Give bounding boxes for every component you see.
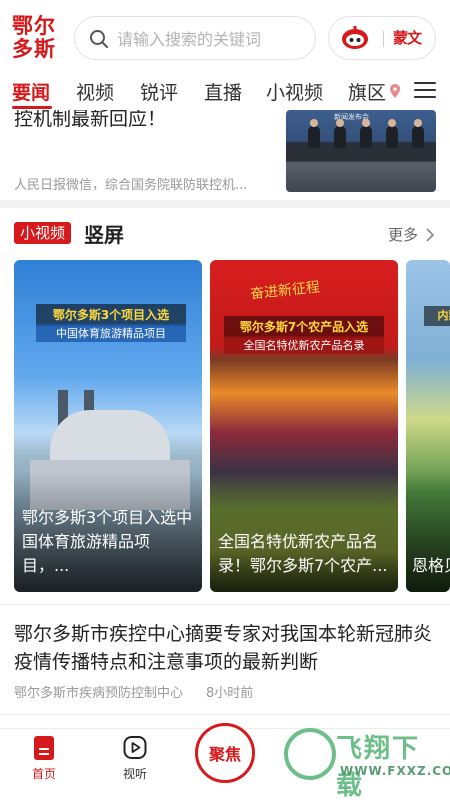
video-card-banner: 内蒙古 (424, 306, 450, 326)
news-thumbnail: 新闻发布会 (286, 110, 436, 192)
thumbnail-figure (412, 119, 424, 148)
short-video-header: 小视频 竖屏 更多 (0, 214, 450, 254)
video-card-banner: 鄂尔多斯7个农产品入选 (224, 316, 384, 338)
watermark-url: WWW.FXXZ.COM (340, 764, 450, 778)
play-circle-icon (123, 736, 147, 759)
location-pin-icon (390, 84, 400, 98)
divider (0, 604, 450, 605)
mongolian-calligraphy-icon[interactable]: 蒙文 (393, 25, 422, 51)
search-icon (90, 30, 108, 48)
robot-assistant-icon[interactable] (341, 25, 369, 51)
video-card-subtitle: 全国名特优新农产品名录 (224, 336, 384, 354)
video-card-subtitle: 中国体育旅游精品项目 (36, 324, 186, 342)
divider (0, 714, 450, 715)
menu-icon[interactable] (414, 82, 436, 100)
news-source: 鄂尔多斯市疾病预防控制中心 (14, 686, 184, 701)
news-title: 鄂尔多斯市疾控中心摘要专家对我国本轮新冠肺炎疫情传播特点和注意事项的最新判断 (14, 623, 433, 673)
tab-districts[interactable]: 旗区 (348, 78, 386, 105)
news-title: 控机制最新回应！ (14, 110, 167, 130)
tab-headlines[interactable]: 要闻 (12, 78, 50, 105)
news-source: 人民日报微信，综合国务院联防联控机... (14, 178, 248, 193)
video-card-slogan: 奋进新征程 (249, 279, 321, 303)
home-doc-icon (34, 736, 54, 760)
nav-listen[interactable]: 视听 (105, 735, 165, 782)
video-card[interactable]: 内蒙古 恩格贝生态治理 (406, 260, 450, 592)
news-item[interactable]: 控机制最新回应！ 人民日报微信，综合国务院联防联控机... 新闻发布会 (0, 110, 450, 198)
tab-commentary[interactable]: 锐评 (140, 78, 178, 105)
nav-home-label: 首页 (31, 767, 56, 781)
video-card-caption: 鄂尔多斯3个项目入选中国体育旅游精品项目，... (22, 508, 193, 575)
video-card[interactable]: 鄂尔多斯3个项目入选 中国体育旅游精品项目 鄂尔多斯3个项目入选中国体育旅游精品… (14, 260, 202, 592)
video-card-banner: 鄂尔多斯3个项目入选 (36, 304, 186, 326)
pill-divider (383, 31, 384, 47)
focus-button-label: 聚焦 (208, 745, 241, 764)
video-card-caption: 恩格贝生态治理 (412, 556, 450, 575)
tab-short-video[interactable]: 小视频 (266, 78, 323, 105)
focus-button[interactable]: 聚焦 (195, 723, 255, 783)
app-logo[interactable]: 鄂尔多斯 (12, 14, 62, 60)
video-card-caption: 全国名特优新农产品名录！鄂尔多斯7个农产... (218, 532, 388, 575)
watermark-logo-icon (284, 728, 336, 780)
user-pill[interactable]: 蒙文 (328, 16, 436, 60)
nav-home[interactable]: 首页 (14, 735, 74, 782)
video-card[interactable]: 奋进新征程 鄂尔多斯7个农产品入选 全国名特优新农产品名录 全国名特优新农产品名… (210, 260, 398, 592)
search-bar[interactable] (74, 16, 316, 60)
short-video-badge: 小视频 (14, 222, 72, 244)
chevron-right-icon[interactable] (424, 228, 436, 242)
more-link[interactable]: 更多 (388, 224, 418, 245)
thumbnail-figure (360, 119, 372, 148)
thumbnail-figure (308, 119, 320, 148)
watermark: 飞翔下载 WWW.FXXZ.COM (282, 718, 450, 800)
search-input[interactable] (117, 27, 307, 51)
channel-tabs: 要闻 视频 锐评 直播 小视频 旗区 (0, 74, 450, 110)
section-title: 竖屏 (84, 223, 124, 247)
thumbnail-figure (334, 119, 346, 148)
thumbnail-figure (386, 119, 398, 148)
tab-video[interactable]: 视频 (76, 78, 114, 105)
app-header: 鄂尔多斯 蒙文 (0, 0, 450, 74)
nav-listen-label: 视听 (122, 767, 147, 781)
tab-live[interactable]: 直播 (204, 78, 242, 105)
news-timestamp: 8小时前 (206, 686, 254, 701)
active-tab-indicator (12, 106, 52, 109)
section-separator (0, 200, 450, 208)
